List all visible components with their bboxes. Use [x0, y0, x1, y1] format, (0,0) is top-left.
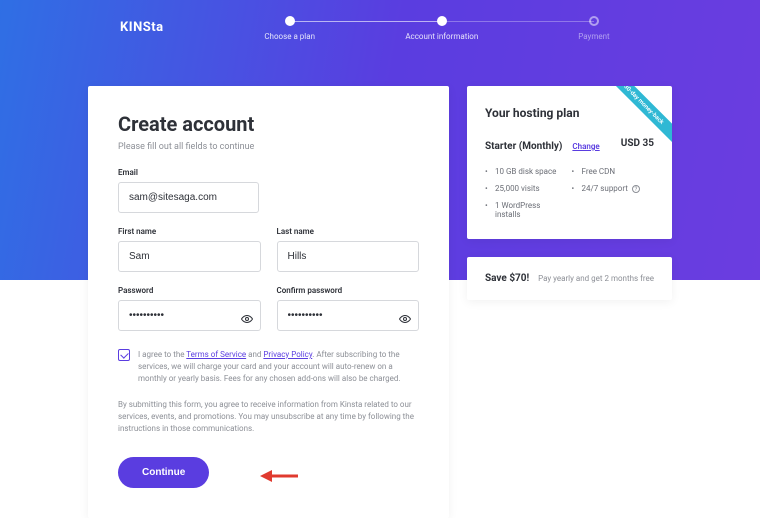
- save-hint: Pay yearly and get 2 months free: [538, 274, 654, 283]
- confirm-password-label: Confirm password: [277, 286, 420, 295]
- disclosure-text: By submitting this form, you agree to re…: [118, 399, 419, 435]
- plan-heading: Your hosting plan: [485, 106, 654, 120]
- save-card[interactable]: Save $70! Pay yearly and get 2 months fr…: [467, 257, 672, 300]
- brand-logo: KINSta: [120, 20, 164, 35]
- page-title: Create account: [118, 112, 419, 136]
- privacy-link[interactable]: Privacy Policy: [263, 350, 312, 359]
- first-name-field[interactable]: [118, 241, 261, 272]
- continue-button[interactable]: Continue: [118, 457, 209, 488]
- page-subtitle: Please fill out all fields to continue: [118, 142, 419, 152]
- tos-link[interactable]: Terms of Service: [186, 350, 246, 359]
- first-name-label: First name: [118, 227, 261, 236]
- feature-visits: 25,000 visits: [485, 184, 568, 193]
- agree-text: I agree to the Terms of Service and Priv…: [138, 349, 419, 385]
- password-label: Password: [118, 286, 261, 295]
- feature-installs: 1 WordPress installs: [485, 201, 568, 219]
- feature-cdn: Free CDN: [572, 167, 655, 176]
- plan-price: USD 35: [621, 138, 654, 149]
- progress-steps: Choose a plan Account information Paymen…: [214, 16, 670, 41]
- checkmark-icon: [120, 350, 128, 358]
- email-field[interactable]: [118, 182, 259, 213]
- email-label: Email: [118, 168, 419, 177]
- confirm-password-field[interactable]: [277, 300, 420, 331]
- info-icon[interactable]: ?: [632, 185, 640, 193]
- password-field[interactable]: [118, 300, 261, 331]
- feature-disk: 10 GB disk space: [485, 167, 568, 176]
- step-account-info: Account information: [366, 16, 518, 41]
- plan-name: Starter (Monthly): [485, 141, 562, 152]
- step-choose-plan: Choose a plan: [214, 16, 366, 41]
- save-label: Save $70!: [485, 273, 529, 284]
- hosting-plan-card: 30-day money-back Your hosting plan Star…: [467, 86, 672, 239]
- feature-support: 24/7 support ?: [572, 184, 655, 193]
- eye-icon[interactable]: [399, 310, 411, 322]
- annotation-arrow-icon: [260, 467, 300, 485]
- last-name-field[interactable]: [277, 241, 420, 272]
- create-account-panel: Create account Please fill out all field…: [88, 86, 449, 518]
- last-name-label: Last name: [277, 227, 420, 236]
- agree-checkbox[interactable]: [118, 349, 130, 361]
- eye-icon[interactable]: [241, 310, 253, 322]
- step-payment: Payment: [518, 16, 670, 41]
- change-plan-link[interactable]: Change: [572, 142, 599, 151]
